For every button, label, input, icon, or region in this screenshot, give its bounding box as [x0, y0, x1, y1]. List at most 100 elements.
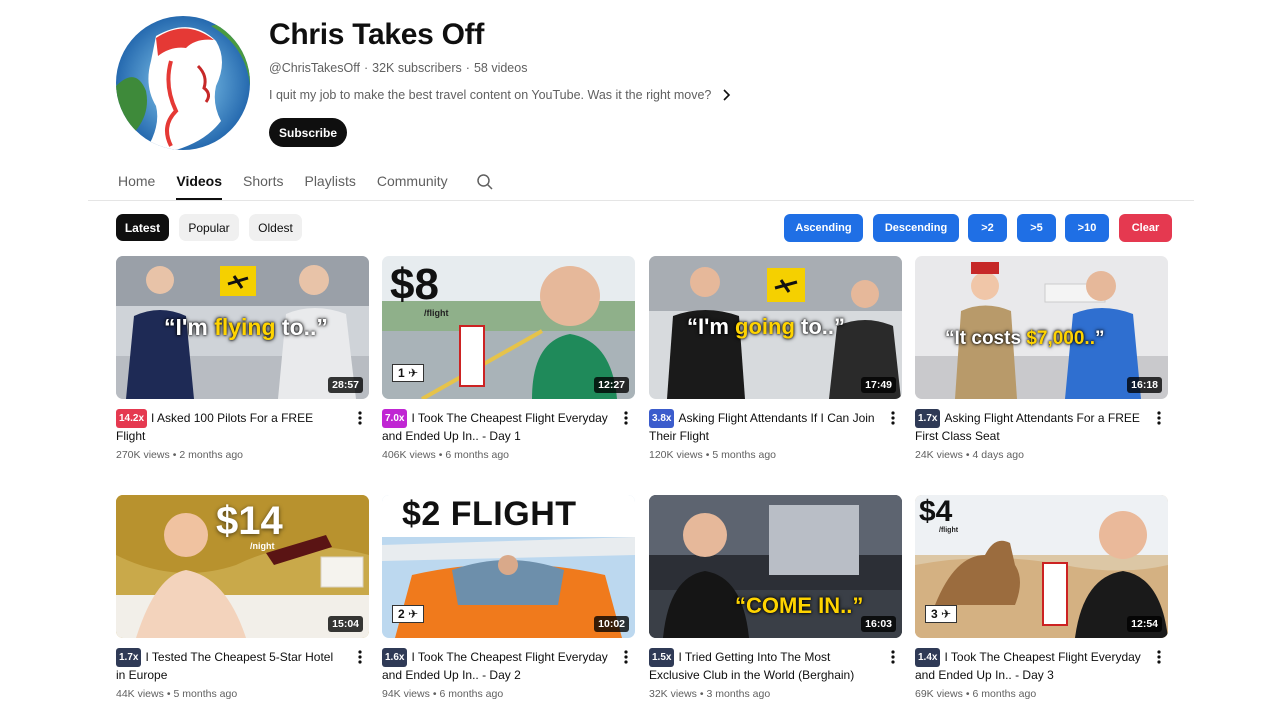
- video-views: 24K views: [915, 449, 963, 461]
- more-options-icon[interactable]: [1152, 649, 1166, 665]
- thumbnail-subcaption: /flight: [424, 308, 449, 318]
- chip-popular[interactable]: Popular: [179, 214, 239, 241]
- video-title-text: I Took The Cheapest Flight Everyday and …: [915, 650, 1141, 682]
- more-options-icon[interactable]: [353, 410, 367, 426]
- video-views: 120K views: [649, 449, 703, 461]
- video-meta: 69K views • 6 months ago: [915, 688, 1037, 700]
- video-thumbnail[interactable]: “I'm flying to..” 28:57: [116, 256, 369, 399]
- thumbnail-caption: “It costs $7,000..”: [945, 328, 1105, 349]
- video-thumbnail[interactable]: $8 /flight 1 ✈ 12:27: [382, 256, 635, 399]
- video-meta: 270K views • 2 months ago: [116, 449, 244, 461]
- performance-badge: 7.0x: [382, 409, 408, 428]
- video-views: 406K views: [382, 449, 436, 461]
- video-title[interactable]: 1.7x Asking Flight Attendants For a FREE …: [915, 409, 1142, 445]
- video-title-text: I Took The Cheapest Flight Everyday and …: [382, 411, 608, 443]
- ascending-button[interactable]: Ascending: [784, 214, 863, 242]
- video-views: 270K views: [116, 449, 170, 461]
- video-age: 5 months ago: [712, 449, 777, 461]
- video-title[interactable]: 1.6x I Took The Cheapest Flight Everyday …: [382, 648, 609, 684]
- tab-home[interactable]: Home: [118, 166, 155, 200]
- video-title[interactable]: 1.4x I Took The Cheapest Flight Everyday …: [915, 648, 1142, 684]
- more-options-icon[interactable]: [1152, 410, 1166, 426]
- more-options-icon[interactable]: [353, 649, 367, 665]
- video-title[interactable]: 1.5x I Tried Getting Into The Most Exclus…: [649, 648, 876, 684]
- video-duration: 15:04: [328, 616, 363, 632]
- video-meta: 94K views • 6 months ago: [382, 688, 504, 700]
- channel-avatar[interactable]: [116, 16, 250, 150]
- video-meta: 44K views • 5 months ago: [116, 688, 238, 700]
- thumbnail-caption: $2 FLIGHT: [402, 495, 577, 533]
- thumbnail-caption: $4: [919, 495, 953, 528]
- video-age: 5 months ago: [173, 688, 238, 700]
- tab-community[interactable]: Community: [377, 166, 448, 200]
- video-card[interactable]: $14 /night 15:04 1.7x I Tested The Cheape…: [116, 495, 369, 700]
- video-title[interactable]: 3.8x Asking Flight Attendants If I Can Jo…: [649, 409, 876, 445]
- thumbnail-caption: $8: [390, 260, 439, 309]
- performance-badge: 1.5x: [649, 648, 675, 667]
- thumbnail-caption: “I'm going to..”: [687, 314, 846, 339]
- video-views: 44K views: [116, 688, 164, 700]
- video-age: 6 months ago: [972, 688, 1037, 700]
- filter-gt5-button[interactable]: >5: [1017, 214, 1056, 242]
- day-tag-number: 2: [398, 607, 405, 621]
- video-count: 58 videos: [473, 61, 528, 75]
- video-duration: 16:03: [861, 616, 896, 632]
- chip-oldest[interactable]: Oldest: [249, 214, 302, 241]
- clear-button[interactable]: Clear: [1119, 214, 1172, 242]
- filter-gt10-button[interactable]: >10: [1065, 214, 1109, 242]
- video-card[interactable]: “COME IN..” 16:03 1.5x I Tried Getting In…: [649, 495, 902, 700]
- video-card[interactable]: $4 /flight 3 ✈ 12:54 1.4x I Took The Chea…: [915, 495, 1168, 700]
- tab-playlists[interactable]: Playlists: [304, 166, 355, 200]
- performance-badge: 1.6x: [382, 648, 408, 667]
- video-card[interactable]: $8 /flight 1 ✈ 12:27 7.0x I Took The Chea…: [382, 256, 635, 461]
- video-age: 6 months ago: [439, 688, 504, 700]
- more-options-icon[interactable]: [886, 410, 900, 426]
- video-duration: 12:54: [1127, 616, 1162, 632]
- video-duration: 12:27: [594, 377, 629, 393]
- filter-gt2-button[interactable]: >2: [968, 214, 1007, 242]
- day-tag-number: 1: [398, 366, 405, 380]
- video-meta: 24K views • 4 days ago: [915, 449, 1024, 461]
- video-thumbnail[interactable]: “COME IN..” 16:03: [649, 495, 902, 638]
- video-age: 3 months ago: [706, 688, 771, 700]
- video-card[interactable]: “It costs $7,000..” 16:18 1.7x Asking Fli…: [915, 256, 1168, 461]
- tab-videos[interactable]: Videos: [176, 166, 223, 200]
- tab-shorts[interactable]: Shorts: [243, 166, 283, 200]
- channel-stats: @ChrisTakesOff · 32K subscribers · 58 videos: [269, 61, 527, 75]
- video-views: 94K views: [382, 688, 430, 700]
- video-thumbnail[interactable]: “It costs $7,000..” 16:18: [915, 256, 1168, 399]
- chip-latest[interactable]: Latest: [116, 214, 169, 241]
- descending-button[interactable]: Descending: [873, 214, 959, 242]
- performance-badge: 1.7x: [116, 648, 142, 667]
- video-title[interactable]: 14.2x I Asked 100 Pilots For a FREE Fligh…: [116, 409, 343, 445]
- video-thumbnail[interactable]: $4 /flight 3 ✈ 12:54: [915, 495, 1168, 638]
- performance-badge: 14.2x: [116, 409, 148, 428]
- channel-description[interactable]: I quit my job to make the best travel co…: [269, 88, 733, 102]
- video-title[interactable]: 7.0x I Took The Cheapest Flight Everyday …: [382, 409, 609, 445]
- subscribe-button[interactable]: Subscribe: [269, 118, 347, 147]
- video-meta: 406K views • 6 months ago: [382, 449, 510, 461]
- thumbnail-caption-highlight: $7,000..: [1026, 328, 1095, 349]
- thumbnail-caption: $14: [216, 499, 283, 543]
- video-duration: 28:57: [328, 377, 363, 393]
- video-title[interactable]: 1.7x I Tested The Cheapest 5-Star Hotel i…: [116, 648, 343, 684]
- more-options-icon[interactable]: [886, 649, 900, 665]
- video-thumbnail[interactable]: $2 FLIGHT 2 ✈ 10:02: [382, 495, 635, 638]
- channel-description-text: I quit my job to make the best travel co…: [269, 88, 712, 102]
- more-options-icon[interactable]: [619, 410, 633, 426]
- subscriber-count: 32K subscribers: [372, 61, 462, 75]
- video-card[interactable]: $2 FLIGHT 2 ✈ 10:02 1.6x I Took The Cheap…: [382, 495, 635, 700]
- search-icon[interactable]: [476, 173, 494, 191]
- video-duration: 16:18: [1127, 377, 1162, 393]
- thumbnail-subcaption: /flight: [939, 527, 959, 534]
- day-tag: 2 ✈: [392, 605, 425, 623]
- performance-badge: 1.7x: [915, 409, 941, 428]
- video-card[interactable]: “I'm going to..” 17:49 3.8x Asking Flight…: [649, 256, 902, 461]
- more-options-icon[interactable]: [619, 649, 633, 665]
- separator: ·: [465, 61, 470, 75]
- video-thumbnail[interactable]: “I'm going to..” 17:49: [649, 256, 902, 399]
- video-card[interactable]: “I'm flying to..” 28:57 14.2x I Asked 100…: [116, 256, 369, 461]
- thumbnail-subcaption: /night: [250, 541, 275, 551]
- video-thumbnail[interactable]: $14 /night 15:04: [116, 495, 369, 638]
- video-duration: 17:49: [861, 377, 896, 393]
